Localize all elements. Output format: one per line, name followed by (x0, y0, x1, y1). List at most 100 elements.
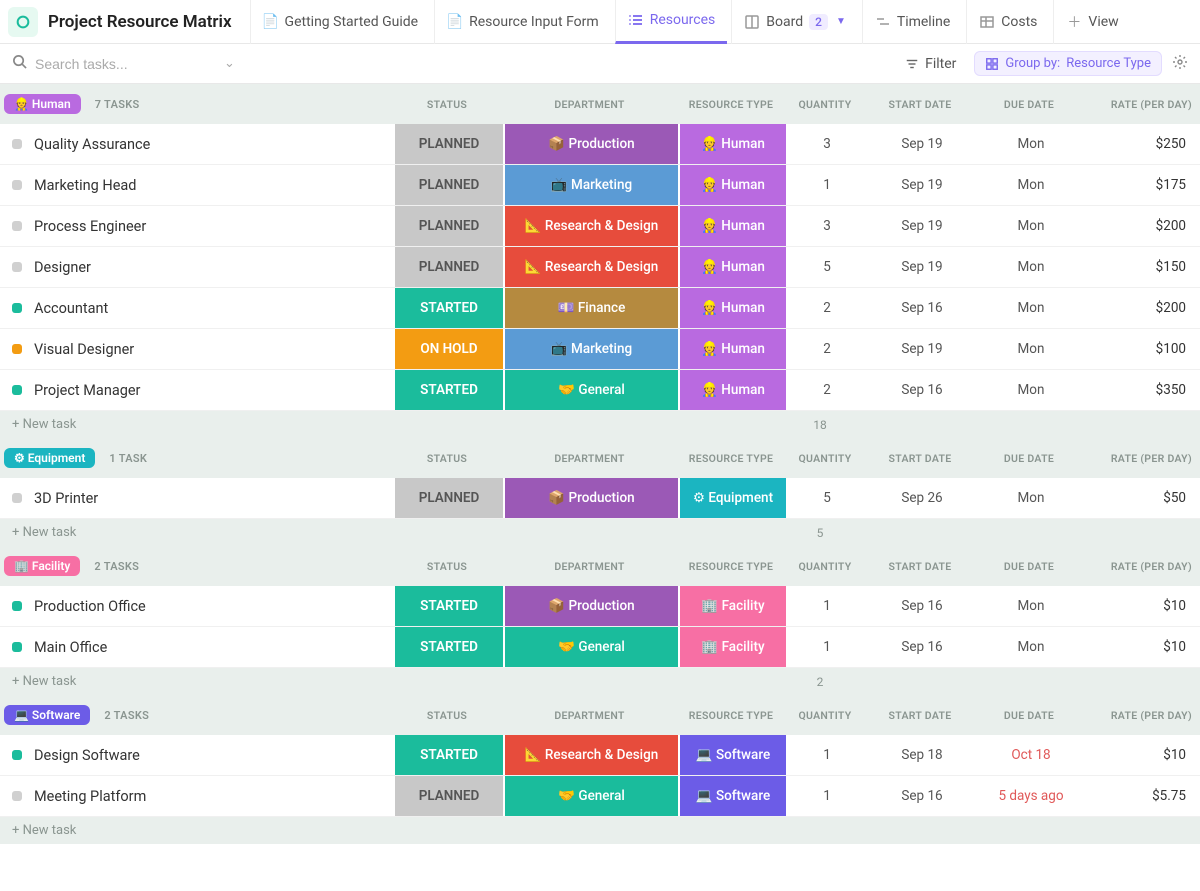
page-title[interactable]: Project Resource Matrix (48, 12, 232, 32)
col-rate[interactable]: RATE (PER DAY) (1083, 709, 1198, 722)
col-due-date[interactable]: DUE DATE (975, 709, 1083, 722)
start-date-cell[interactable]: Sep 19 (867, 165, 977, 205)
groupby-button[interactable]: Group by: Resource Type (974, 51, 1162, 76)
start-date-cell[interactable]: Sep 19 (867, 329, 977, 369)
col-quantity[interactable]: QUANTITY (785, 452, 865, 465)
quantity-cell[interactable]: 5 (787, 478, 867, 518)
quantity-cell[interactable]: 3 (787, 206, 867, 246)
task-row[interactable]: 3D Printer PLANNED 📦 Production ⚙ Equipm… (0, 478, 1200, 519)
group-pill[interactable]: 👷 Human (4, 94, 81, 114)
task-row[interactable]: Project Manager STARTED 🤝 General 👷 Huma… (0, 370, 1200, 411)
quantity-cell[interactable]: 1 (787, 776, 867, 816)
new-task-button[interactable]: + New task 2 (0, 668, 1200, 695)
resource-type-tag[interactable]: 👷 Human (680, 288, 786, 328)
status-tag[interactable]: ON HOLD (395, 329, 503, 369)
start-date-cell[interactable]: Sep 16 (867, 288, 977, 328)
resource-type-tag[interactable]: 👷 Human (680, 247, 786, 287)
rate-cell[interactable]: $200 (1085, 206, 1200, 246)
start-date-cell[interactable]: Sep 19 (867, 247, 977, 287)
resource-type-tag[interactable]: 👷 Human (680, 370, 786, 410)
col-department[interactable]: DEPARTMENT (502, 560, 677, 573)
task-row[interactable]: Main Office STARTED 🤝 General 🏢 Facility… (0, 627, 1200, 668)
status-tag[interactable]: PLANNED (395, 165, 503, 205)
col-start-date[interactable]: START DATE (865, 560, 975, 573)
col-rate[interactable]: RATE (PER DAY) (1083, 452, 1198, 465)
app-logo[interactable] (8, 7, 38, 37)
department-tag[interactable]: 📦 Production (505, 124, 678, 164)
col-start-date[interactable]: START DATE (865, 709, 975, 722)
due-date-cell[interactable]: Mon (977, 586, 1085, 626)
status-tag[interactable]: PLANNED (395, 776, 503, 816)
start-date-cell[interactable]: Sep 19 (867, 206, 977, 246)
quantity-cell[interactable]: 1 (787, 165, 867, 205)
department-tag[interactable]: 📐 Research & Design (505, 735, 678, 775)
status-tag[interactable]: PLANNED (395, 247, 503, 287)
tab-costs[interactable]: Costs (966, 0, 1049, 44)
resource-type-tag[interactable]: 👷 Human (680, 124, 786, 164)
task-row[interactable]: Production Office STARTED 📦 Production 🏢… (0, 586, 1200, 627)
status-tag[interactable]: PLANNED (395, 478, 503, 518)
group-pill[interactable]: 💻 Software (4, 705, 90, 725)
status-tag[interactable]: STARTED (395, 627, 503, 667)
due-date-cell[interactable]: Mon (977, 370, 1085, 410)
task-row[interactable]: Meeting Platform PLANNED 🤝 General 💻 Sof… (0, 776, 1200, 817)
department-tag[interactable]: 🤝 General (505, 776, 678, 816)
col-status[interactable]: STATUS (392, 709, 502, 722)
due-date-cell[interactable]: Mon (977, 478, 1085, 518)
resource-type-tag[interactable]: 💻 Software (680, 735, 786, 775)
tab-board[interactable]: Board 2 ▼ (731, 0, 858, 44)
filter-button[interactable]: Filter (895, 52, 966, 76)
col-status[interactable]: STATUS (392, 98, 502, 111)
col-department[interactable]: DEPARTMENT (502, 98, 677, 111)
settings-icon[interactable] (1172, 54, 1188, 74)
due-date-cell[interactable]: Mon (977, 627, 1085, 667)
resource-type-tag[interactable]: 👷 Human (680, 165, 786, 205)
status-tag[interactable]: STARTED (395, 586, 503, 626)
quantity-cell[interactable]: 5 (787, 247, 867, 287)
due-date-cell[interactable]: Mon (977, 288, 1085, 328)
new-task-button[interactable]: + New task 5 (0, 519, 1200, 546)
rate-cell[interactable]: $200 (1085, 288, 1200, 328)
resource-type-tag[interactable]: 👷 Human (680, 206, 786, 246)
department-tag[interactable]: 🤝 General (505, 627, 678, 667)
tab-resource-input-form[interactable]: 📄 Resource Input Form (434, 0, 611, 44)
start-date-cell[interactable]: Sep 18 (867, 735, 977, 775)
rate-cell[interactable]: $350 (1085, 370, 1200, 410)
col-rate[interactable]: RATE (PER DAY) (1083, 98, 1198, 111)
col-quantity[interactable]: QUANTITY (785, 560, 865, 573)
group-pill[interactable]: 🏢 Facility (4, 556, 80, 576)
col-rate[interactable]: RATE (PER DAY) (1083, 560, 1198, 573)
department-tag[interactable]: 🤝 General (505, 370, 678, 410)
col-status[interactable]: STATUS (392, 560, 502, 573)
col-resource-type[interactable]: RESOURCE TYPE (677, 98, 785, 111)
tab-getting-started[interactable]: 📄 Getting Started Guide (250, 0, 431, 44)
start-date-cell[interactable]: Sep 19 (867, 124, 977, 164)
col-quantity[interactable]: QUANTITY (785, 709, 865, 722)
task-row[interactable]: Design Software STARTED 📐 Research & Des… (0, 735, 1200, 776)
quantity-cell[interactable]: 1 (787, 627, 867, 667)
col-due-date[interactable]: DUE DATE (975, 560, 1083, 573)
task-row[interactable]: Accountant STARTED 💷 Finance 👷 Human 2 S… (0, 288, 1200, 329)
start-date-cell[interactable]: Sep 16 (867, 627, 977, 667)
due-date-cell[interactable]: 5 days ago (977, 776, 1085, 816)
quantity-cell[interactable]: 3 (787, 124, 867, 164)
new-task-button[interactable]: + New task 18 (0, 411, 1200, 438)
col-department[interactable]: DEPARTMENT (502, 452, 677, 465)
department-tag[interactable]: 💷 Finance (505, 288, 678, 328)
department-tag[interactable]: 📐 Research & Design (505, 206, 678, 246)
tab-resources[interactable]: Resources (615, 0, 728, 44)
department-tag[interactable]: 📦 Production (505, 478, 678, 518)
status-tag[interactable]: STARTED (395, 288, 503, 328)
rate-cell[interactable]: $10 (1085, 735, 1200, 775)
department-tag[interactable]: 📺 Marketing (505, 165, 678, 205)
quantity-cell[interactable]: 2 (787, 288, 867, 328)
status-tag[interactable]: PLANNED (395, 124, 503, 164)
new-task-button[interactable]: + New task (0, 817, 1200, 844)
due-date-cell[interactable]: Mon (977, 329, 1085, 369)
resource-type-tag[interactable]: 🏢 Facility (680, 586, 786, 626)
task-row[interactable]: Marketing Head PLANNED 📺 Marketing 👷 Hum… (0, 165, 1200, 206)
col-start-date[interactable]: START DATE (865, 98, 975, 111)
group-pill[interactable]: ⚙ Equipment (4, 448, 95, 468)
resource-type-tag[interactable]: 💻 Software (680, 776, 786, 816)
status-tag[interactable]: PLANNED (395, 206, 503, 246)
